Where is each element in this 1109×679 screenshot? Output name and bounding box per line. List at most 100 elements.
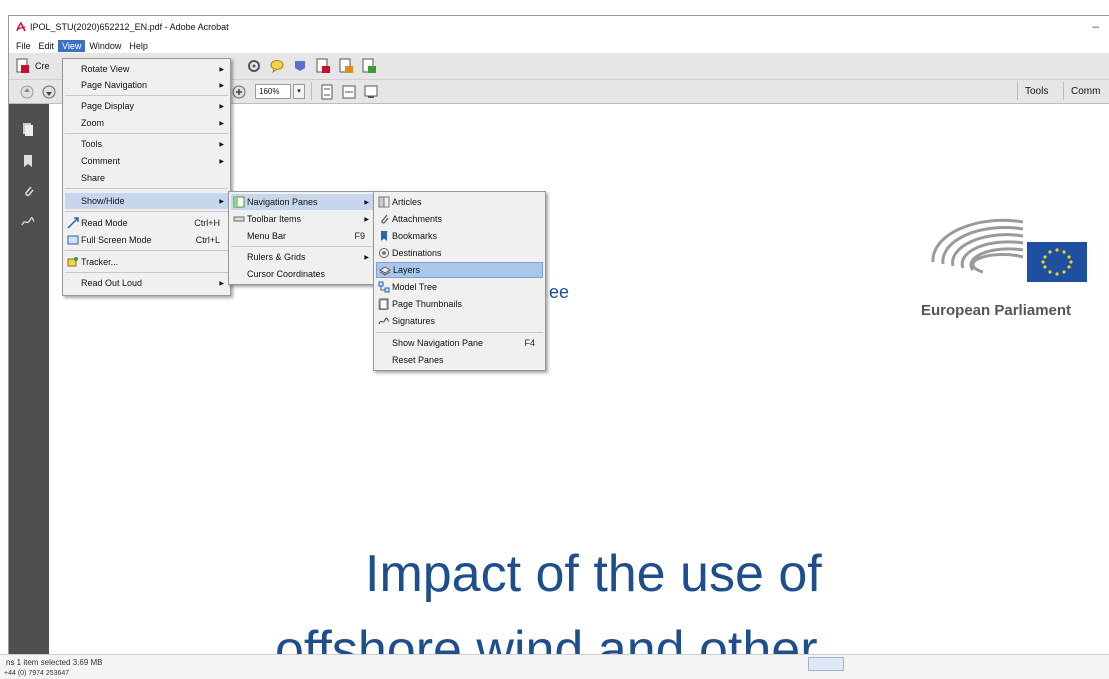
menu-item-rotate-view[interactable]: Rotate View ▶ (65, 61, 228, 77)
menu-view[interactable]: View (58, 39, 86, 52)
menu-item-bookmarks[interactable]: Bookmarks (376, 228, 543, 244)
menu-item-show-navigation-pane[interactable]: Show Navigation Pane F4 (376, 335, 543, 351)
menu-item-layers[interactable]: Layers (376, 262, 543, 278)
menu-edit[interactable]: Edit (35, 40, 59, 52)
navigation-panes-submenu: Articles Attachments Bookmarks Destinati… (373, 191, 546, 371)
menu-file[interactable]: File (12, 40, 35, 52)
menu-item-show-hide[interactable]: Show/Hide ▶ (65, 193, 228, 209)
create-button-label[interactable]: Cre (35, 61, 50, 71)
menu-item-reset-panes[interactable]: Reset Panes (376, 352, 543, 368)
attachment-icon[interactable] (21, 184, 35, 198)
menu-item-read-out-loud[interactable]: Read Out Loud ▶ (65, 275, 228, 291)
menu-separator (65, 211, 228, 212)
menu-item-label: Page Navigation (81, 80, 148, 90)
menu-item-label: Reset Panes (392, 355, 444, 365)
menu-item-comment[interactable]: Comment ▶ (65, 153, 228, 169)
menu-item-share[interactable]: Share (65, 170, 228, 186)
menu-item-label: Tracker... (81, 257, 119, 267)
document-title-line2: offshore wind and other (275, 621, 818, 656)
menu-item-navigation-panes[interactable]: Navigation Panes ▶ (231, 194, 373, 210)
document-text-fragment: ee (549, 282, 570, 302)
bookmark-icon[interactable] (21, 154, 35, 168)
window-title: IPOL_STU(2020)652212_EN.pdf - Adobe Acro… (30, 22, 229, 32)
next-page-icon[interactable] (41, 84, 57, 100)
menu-separator (65, 133, 228, 134)
pdf-share-icon[interactable] (361, 58, 377, 74)
menu-item-shortcut: F4 (524, 338, 535, 348)
toolbar-divider (1063, 82, 1064, 100)
submenu-arrow-icon: ▶ (219, 66, 224, 73)
menu-item-page-display[interactable]: Page Display ▶ (65, 98, 228, 114)
menu-item-label: Comment (81, 156, 121, 166)
signature-icon[interactable] (21, 214, 35, 228)
read-mode-icon[interactable] (363, 84, 379, 100)
menu-item-rulers-grids[interactable]: Rulers & Grids ▶ (231, 249, 373, 265)
menu-separator (65, 250, 228, 251)
acrobat-icon (15, 21, 27, 33)
tools-pane-button[interactable]: Tools (1025, 86, 1048, 97)
minimize-button[interactable]: – (1092, 19, 1099, 33)
zoom-dropdown-button[interactable]: ▾ (293, 84, 305, 99)
menu-item-label: Page Display (81, 101, 135, 111)
menu-item-label: Tools (81, 139, 103, 149)
menu-item-attachments[interactable]: Attachments (376, 211, 543, 227)
navigation-panel (9, 104, 49, 656)
view-toggle-icon[interactable] (808, 657, 844, 671)
menu-item-articles[interactable]: Articles (376, 194, 543, 210)
toolbar-items-icon (233, 216, 245, 222)
menu-item-model-tree[interactable]: Model Tree (376, 279, 543, 295)
menu-item-label: Rotate View (81, 64, 130, 74)
menu-item-signatures[interactable]: Signatures (376, 313, 543, 329)
signature-icon (378, 317, 390, 325)
menu-item-label: Cursor Coordinates (247, 269, 326, 279)
title-bar: IPOL_STU(2020)652212_EN.pdf - Adobe Acro… (9, 16, 1109, 38)
show-hide-submenu: Navigation Panes ▶ Toolbar Items ▶ Menu Ba… (228, 191, 376, 285)
previous-page-icon[interactable] (19, 84, 35, 100)
gear-icon[interactable] (246, 58, 262, 74)
zoom-input[interactable]: 160% (255, 84, 291, 99)
menu-item-label: Page Thumbnails (392, 299, 462, 309)
menu-item-cursor-coordinates[interactable]: Cursor Coordinates (231, 266, 373, 282)
full-screen-icon (67, 235, 79, 245)
create-pdf-icon[interactable] (15, 58, 31, 74)
menu-item-full-screen-mode[interactable]: Full Screen Mode Ctrl+L (65, 232, 228, 248)
menu-item-label: Layers (393, 265, 421, 275)
menu-separator (65, 272, 228, 273)
comment-pane-button[interactable]: Comm (1071, 86, 1100, 97)
menu-item-label: Show Navigation Pane (392, 338, 484, 348)
menu-help[interactable]: Help (125, 40, 152, 52)
stamp-icon[interactable] (292, 58, 308, 74)
menu-item-page-navigation[interactable]: Page Navigation ▶ (65, 77, 228, 93)
menu-item-tracker[interactable]: Tracker... (65, 254, 228, 270)
status-bar: ns 1 item selected 3.69 MB +44 (0) 7974 … (0, 654, 1109, 679)
menu-item-shortcut: Ctrl+H (194, 218, 220, 228)
pdf-edit-icon[interactable] (338, 58, 354, 74)
model-tree-icon (378, 281, 390, 293)
menu-item-read-mode[interactable]: Read Mode Ctrl+H (65, 215, 228, 231)
menu-item-toolbar-items[interactable]: Toolbar Items ▶ (231, 211, 373, 227)
menu-item-shortcut: Ctrl+L (195, 235, 220, 245)
zoom-in-icon[interactable] (231, 84, 247, 100)
comment-bubble-icon[interactable] (269, 58, 285, 74)
menu-item-label: Full Screen Mode (81, 235, 152, 245)
fit-page-icon[interactable] (319, 84, 335, 100)
status-phone-text: +44 (0) 7974 253647 (4, 670, 70, 677)
menu-item-label: Destinations (392, 248, 442, 258)
menu-window[interactable]: Window (85, 40, 125, 52)
menu-separator (65, 188, 228, 189)
menu-item-label: Menu Bar (247, 231, 287, 241)
menu-separator (376, 332, 543, 333)
menu-item-menu-bar[interactable]: Menu Bar F9 (231, 228, 373, 244)
read-mode-icon (67, 217, 79, 229)
menu-item-label: Read Mode (81, 218, 128, 228)
menu-item-destinations[interactable]: Destinations (376, 245, 543, 261)
pages-icon[interactable] (21, 122, 35, 136)
fit-width-icon[interactable] (341, 84, 357, 100)
view-menu: Rotate View ▶ Page Navigation ▶ Page Displ… (62, 58, 231, 296)
pdf-export-icon[interactable] (315, 58, 331, 74)
menu-item-page-thumbnails[interactable]: Page Thumbnails (376, 296, 543, 312)
menu-item-zoom[interactable]: Zoom ▶ (65, 115, 228, 131)
menu-separator (231, 246, 373, 247)
menu-item-label: Share (81, 173, 106, 183)
menu-item-tools[interactable]: Tools ▶ (65, 136, 228, 152)
